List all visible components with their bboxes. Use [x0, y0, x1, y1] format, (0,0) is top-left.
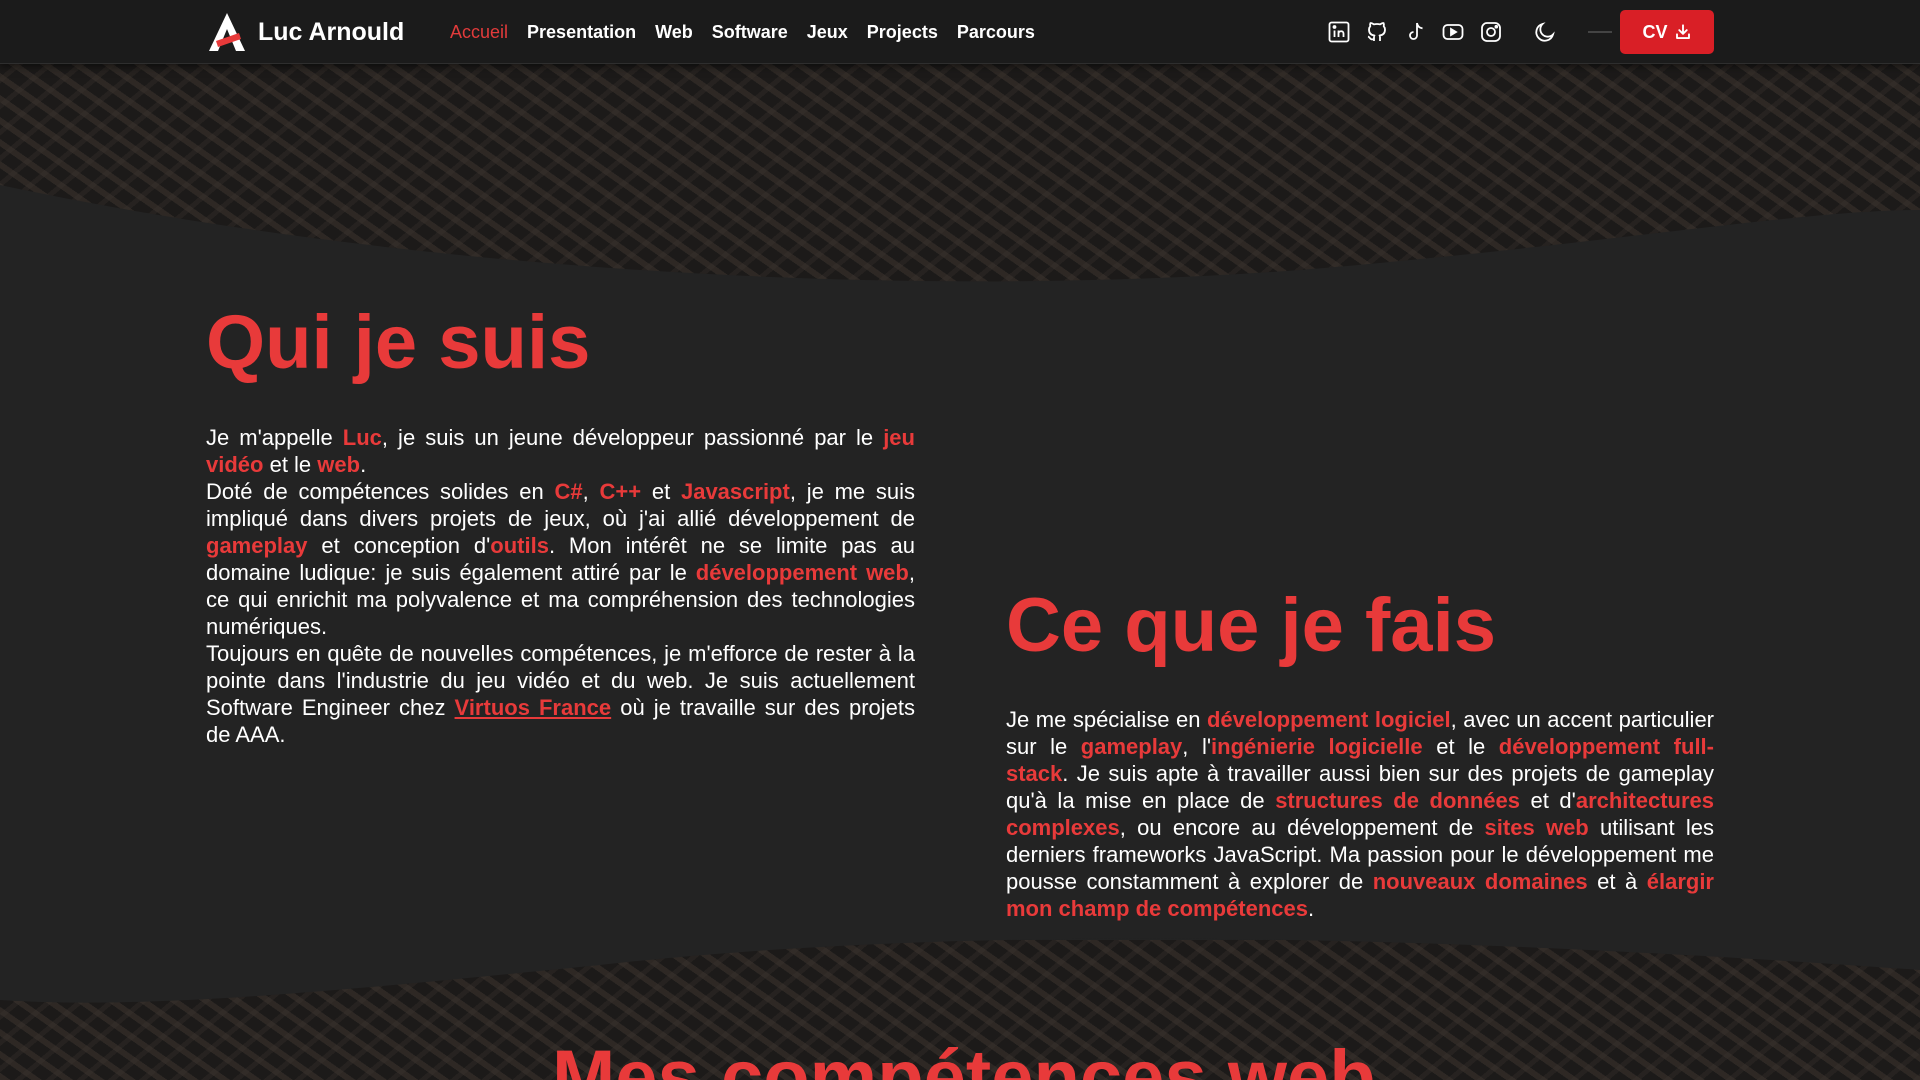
wave-divider-bottom	[0, 930, 1920, 1003]
highlight: outils	[490, 533, 549, 558]
nav-link-software[interactable]: Software	[712, 22, 788, 43]
what-i-do-paragraph: Je me spécialise en développement logici…	[1006, 706, 1714, 922]
about-line-3: Toujours en quête de nouvelles compétenc…	[206, 640, 915, 748]
tiktok-icon[interactable]	[1402, 19, 1428, 45]
brand-name: Luc Arnould	[258, 17, 405, 46]
about-paragraph: Je m'appelle Luc, je suis un jeune dével…	[206, 424, 915, 748]
nav-links: Accueil Presentation Web Software Jeux P…	[450, 0, 1035, 64]
nav-link-parcours[interactable]: Parcours	[957, 22, 1035, 43]
section-title-qui-je-suis: Qui je suis	[206, 300, 591, 385]
nav-link-jeux[interactable]: Jeux	[807, 22, 848, 43]
about-line-2: Doté de compétences solides en C#, C++ e…	[206, 478, 915, 640]
wave-divider-top	[0, 185, 1920, 310]
highlight: gameplay	[1080, 734, 1183, 759]
highlight: nouveaux domaines	[1372, 869, 1588, 894]
highlight: développement web	[695, 560, 909, 585]
instagram-icon[interactable]	[1478, 19, 1504, 45]
text: et conception d'	[307, 533, 491, 558]
highlight: C#	[554, 479, 583, 504]
github-icon[interactable]	[1364, 19, 1390, 45]
nav-link-accueil[interactable]: Accueil	[450, 22, 508, 43]
virtuos-link[interactable]: Virtuos France	[455, 695, 612, 720]
text: Je me spécialise en	[1006, 707, 1207, 732]
moon-icon[interactable]	[1532, 19, 1558, 45]
about-line-1: Je m'appelle Luc, je suis un jeune dével…	[206, 424, 915, 478]
nav-link-projects[interactable]: Projects	[867, 22, 938, 43]
text: , l'	[1182, 734, 1212, 759]
nav-link-presentation[interactable]: Presentation	[527, 22, 636, 43]
section-title-competences-web: Mes compétences web	[552, 1035, 1376, 1080]
text: , ou encore au développement de	[1119, 815, 1485, 840]
text: et à	[1587, 869, 1647, 894]
text: .	[1307, 896, 1315, 921]
highlight: Javascript	[680, 479, 790, 504]
cv-button-label: CV	[1642, 21, 1668, 42]
text: Doté de compétences solides en	[206, 479, 555, 504]
highlight: ingénierie logicielle	[1211, 734, 1423, 759]
highlight: développement logiciel	[1206, 707, 1451, 732]
highlight: gameplay	[206, 533, 308, 558]
download-icon	[1675, 24, 1690, 39]
highlight: C++	[599, 479, 642, 504]
section-title-ce-que-je-fais: Ce que je fais	[1006, 583, 1496, 668]
highlight: structures de données	[1275, 788, 1520, 813]
nav-link-web[interactable]: Web	[655, 22, 693, 43]
social-icons	[1326, 0, 1612, 64]
text: et d'	[1519, 788, 1576, 813]
highlight: Luc	[342, 425, 382, 450]
text: ,	[582, 479, 600, 504]
highlight: web	[317, 452, 361, 477]
nav-divider	[1588, 31, 1612, 33]
top-navbar: Luc Arnould Accueil Presentation Web Sof…	[0, 0, 1920, 64]
youtube-icon[interactable]	[1440, 19, 1466, 45]
brand-home-link[interactable]: Luc Arnould	[206, 10, 404, 54]
highlight: sites web	[1484, 815, 1589, 840]
text: , je suis un jeune développeur passionné…	[381, 425, 884, 450]
linkedin-icon[interactable]	[1326, 19, 1352, 45]
text: et	[641, 479, 681, 504]
text: Je m'appelle	[206, 425, 343, 450]
text: et le	[1422, 734, 1499, 759]
cv-download-button[interactable]: CV	[1620, 10, 1714, 54]
text: .	[360, 452, 367, 477]
brand-logo-icon	[209, 13, 245, 51]
text: et le	[263, 452, 318, 477]
